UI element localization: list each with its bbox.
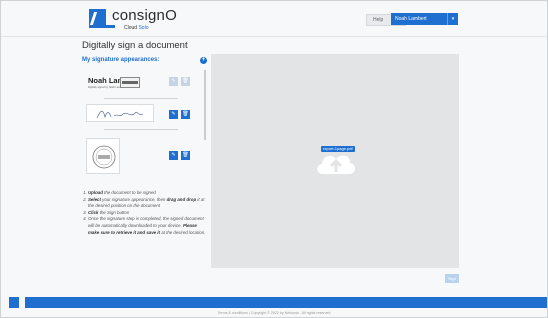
delete-signature-2-button[interactable]: 🗑 (181, 110, 190, 119)
handwritten-signature-icon (96, 110, 144, 119)
instruction-step: Select your signature appearance, then d… (88, 197, 207, 210)
logo-underline (103, 25, 115, 28)
edit-signature-3-button[interactable]: ✎ (169, 151, 178, 160)
header (1, 1, 547, 37)
seal-stamp-icon (92, 145, 116, 169)
logo-text: consignO (112, 7, 177, 24)
instruction-step: Once the signature step is completed, th… (88, 216, 207, 236)
logo-sub-suffix: Solo (138, 25, 149, 31)
logo-subtitle: Cloud Solo (124, 25, 148, 31)
instruction-step: Upload the document to be signed (88, 190, 207, 197)
signature-card-2[interactable] (86, 104, 154, 122)
footer-left-block (9, 297, 19, 308)
edit-signature-1-button[interactable]: ✎ (169, 77, 178, 86)
add-signature-icon[interactable]: + (200, 57, 207, 64)
upload-cloud-icon (317, 155, 356, 174)
stamp-icon (120, 77, 140, 88)
instructions: Upload the document to be signed Select … (82, 190, 207, 236)
chevron-down-icon[interactable]: ▾ (447, 13, 458, 25)
footer-bar (25, 297, 547, 308)
dragged-file-label: report-1page.pdf (321, 146, 355, 152)
signatures-scrollbar[interactable] (204, 70, 206, 140)
signatures-heading: My signature appearances: (82, 57, 160, 63)
signature-card-3[interactable] (86, 138, 120, 174)
divider (104, 98, 178, 99)
delete-signature-3-button[interactable]: 🗑 (181, 151, 190, 160)
delete-signature-1-button[interactable]: 🗑 (181, 77, 190, 86)
sign-button[interactable]: Sign (445, 274, 459, 283)
user-dropdown[interactable]: Noah Lambert ▾ (391, 13, 458, 25)
instruction-step: Click the Sign button (88, 210, 207, 217)
user-name: Noah Lambert (395, 16, 427, 22)
divider (104, 129, 178, 130)
logo-sub-prefix: Cloud (124, 25, 138, 31)
help-label: Help (373, 17, 384, 23)
edit-signature-2-button[interactable]: ✎ (169, 110, 178, 119)
signature-card-1[interactable]: Noah Lambert Digitally signed by Noah La… (86, 73, 143, 93)
footer-text[interactable]: Terms & conditions | Copyright © 2022 by… (0, 311, 548, 315)
page-title: Digitally sign a document (82, 40, 188, 51)
